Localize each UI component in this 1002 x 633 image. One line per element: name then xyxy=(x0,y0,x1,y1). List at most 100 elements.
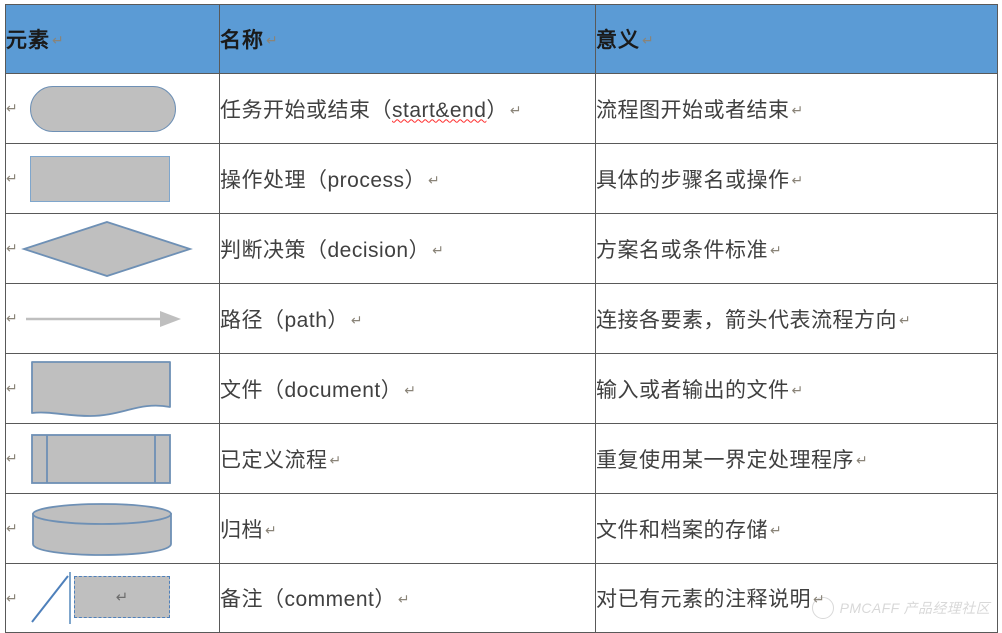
pilcrow-mark: ↵ xyxy=(432,241,445,258)
pilcrow-mark: ↵ xyxy=(428,171,441,188)
pilcrow-mark: ↵ xyxy=(6,450,18,466)
pilcrow-mark: ↵ xyxy=(791,171,804,188)
pilcrow-mark: ↵ xyxy=(265,521,278,538)
name-text-latin: process xyxy=(327,168,405,192)
name-text-latin: path xyxy=(284,308,328,332)
comment-text-box: ↵ xyxy=(74,576,170,618)
shape-slot xyxy=(22,289,182,349)
pilcrow-mark: ↵ xyxy=(770,521,783,538)
pilcrow-mark: ↵ xyxy=(813,591,826,607)
pilcrow-mark: ↵ xyxy=(791,101,804,118)
start-end-stadium-shape xyxy=(30,85,176,132)
name-text-latin: comment xyxy=(284,588,375,611)
shape-slot xyxy=(22,359,182,419)
name-text-cjk: 文件（ xyxy=(220,378,285,402)
name-cell-predefined-process: 已定义流程 ↵ xyxy=(219,423,596,494)
table-row: ↵ ↵ 备注（comment） ↵ 对已有元素的注释说明 ↵ xyxy=(5,563,998,633)
shape-slot xyxy=(22,79,182,139)
column-header-name-label: 名称 xyxy=(220,29,264,52)
pilcrow-mark: ↵ xyxy=(6,100,18,116)
element-cell-process: ↵ xyxy=(5,143,220,214)
pilcrow-mark: ↵ xyxy=(6,170,18,186)
pilcrow-mark: ↵ xyxy=(397,591,411,607)
name-text-cjk: 任务开始或结束（ xyxy=(220,98,392,122)
shape-slot xyxy=(22,429,182,489)
name-cell-path: 路径（path） ↵ xyxy=(219,283,596,354)
name-text-latin: document xyxy=(284,378,381,402)
pilcrow-mark: ↵ xyxy=(6,380,18,396)
name-text-tail: ） xyxy=(327,308,349,332)
meaning-cell-archive: 文件和档案的存储 ↵ xyxy=(595,493,998,564)
name-text-tail: ） xyxy=(486,98,508,122)
shape-slot xyxy=(22,149,182,209)
pilcrow-mark: ↵ xyxy=(6,520,18,536)
meaning-cell-start-end: 流程图开始或者结束 ↵ xyxy=(595,73,998,144)
meaning-cell-path: 连接各要素，箭头代表流程方向 ↵ xyxy=(595,283,998,354)
meaning-text: 方案名或条件标准 xyxy=(596,238,768,262)
name-text-latin: decision xyxy=(327,238,409,262)
column-header-element-label: 元素 xyxy=(6,29,50,52)
element-cell-decision: ↵ xyxy=(5,213,220,284)
predefined-process-shape xyxy=(31,433,171,484)
table-row: ↵ 已定义流程 ↵ 重复使用某一界定处理程序 ↵ xyxy=(5,423,998,494)
comment-annotation-shape: ↵ xyxy=(26,570,182,626)
pilcrow-mark: ↵ xyxy=(329,451,342,468)
element-cell-archive: ↵ xyxy=(5,493,220,564)
table-row: ↵ 归档 ↵ 文件和档案的存储 ↵ xyxy=(5,493,998,564)
pilcrow-mark: ↵ xyxy=(770,241,783,258)
name-cell-decision: 判断决策（decision） ↵ xyxy=(219,213,596,284)
pilcrow-mark: ↵ xyxy=(266,32,278,48)
pilcrow-mark: ↵ xyxy=(52,32,64,48)
name-cell-process: 操作处理（process） ↵ xyxy=(219,143,596,214)
column-header-element: 元素 ↵ xyxy=(5,4,220,74)
table-body: ↵ 任务开始或结束（start&end） ↵ 流程图开始或者结束 ↵ ↵ 操作处… xyxy=(5,73,998,633)
meaning-cell-document: 输入或者输出的文件 ↵ xyxy=(595,353,998,424)
element-cell-comment: ↵ ↵ xyxy=(5,563,220,633)
name-text-tail: ） xyxy=(408,238,431,262)
shape-slot xyxy=(21,219,193,279)
pilcrow-mark: ↵ xyxy=(509,101,523,118)
pilcrow-mark: ↵ xyxy=(6,310,18,326)
name-text-tail: ） xyxy=(374,588,396,611)
table-row: ↵ 文件（document） ↵ 输入或者输出的文件 ↵ xyxy=(5,353,998,424)
meaning-text: 流程图开始或者结束 xyxy=(596,98,790,122)
meaning-text: 输入或者输出的文件 xyxy=(596,378,790,402)
document-page: 元素 ↵ 名称 ↵ 意义 ↵ ↵ 任务开始或结束（start&end） ↵ 流程… xyxy=(0,4,1002,633)
pilcrow-mark: ↵ xyxy=(899,311,912,328)
pilcrow-mark: ↵ xyxy=(115,589,129,606)
table-row: ↵ 判断决策（decision） ↵ 方案名或条件标准 ↵ xyxy=(5,213,998,284)
name-cell-comment: 备注（comment） ↵ xyxy=(219,563,596,633)
column-header-name: 名称 ↵ xyxy=(219,4,596,74)
name-text-cjk: 备注（ xyxy=(220,588,285,611)
meaning-text: 文件和档案的存储 xyxy=(596,518,768,542)
pilcrow-mark: ↵ xyxy=(6,589,18,606)
shape-slot xyxy=(22,499,182,559)
pilcrow-mark: ↵ xyxy=(404,381,417,398)
meaning-cell-predefined-process: 重复使用某一界定处理程序 ↵ xyxy=(595,423,998,494)
element-cell-predefined-process: ↵ xyxy=(5,423,220,494)
table-row: ↵ 操作处理（process） ↵ 具体的步骤名或操作 ↵ xyxy=(5,143,998,214)
name-cell-document: 文件（document） ↵ xyxy=(219,353,596,424)
meaning-text: 具体的步骤名或操作 xyxy=(596,168,790,192)
pilcrow-mark: ↵ xyxy=(6,240,18,256)
table-row: ↵ 路径（path） ↵ 连接各要素，箭头代表流程方向 ↵ xyxy=(5,283,998,354)
name-text-cjk: 归档 xyxy=(220,518,263,542)
column-header-meaning-label: 意义 xyxy=(596,29,640,52)
name-text-cjk: 已定义流程 xyxy=(220,448,328,472)
pilcrow-mark: ↵ xyxy=(856,451,869,468)
name-text-cjk: 判断决策（ xyxy=(220,238,328,262)
pilcrow-mark: ↵ xyxy=(642,32,654,48)
column-header-meaning: 意义 ↵ xyxy=(595,4,998,74)
meaning-cell-comment: 对已有元素的注释说明 ↵ xyxy=(595,563,998,633)
name-cell-archive: 归档 ↵ xyxy=(219,493,596,564)
name-cell-start-end: 任务开始或结束（start&end） ↵ xyxy=(219,73,596,144)
name-text-latin: start&end xyxy=(392,98,487,122)
header-row: 元素 ↵ 名称 ↵ 意义 ↵ xyxy=(5,4,998,74)
process-rectangle-shape xyxy=(30,155,170,202)
meaning-cell-process: 具体的步骤名或操作 ↵ xyxy=(595,143,998,214)
pilcrow-mark: ↵ xyxy=(350,311,364,328)
name-text-cjk: 操作处理（ xyxy=(220,168,328,192)
meaning-text: 连接各要素，箭头代表流程方向 xyxy=(596,308,897,332)
element-cell-path: ↵ xyxy=(5,283,220,354)
name-text-cjk: 路径（ xyxy=(220,308,285,332)
